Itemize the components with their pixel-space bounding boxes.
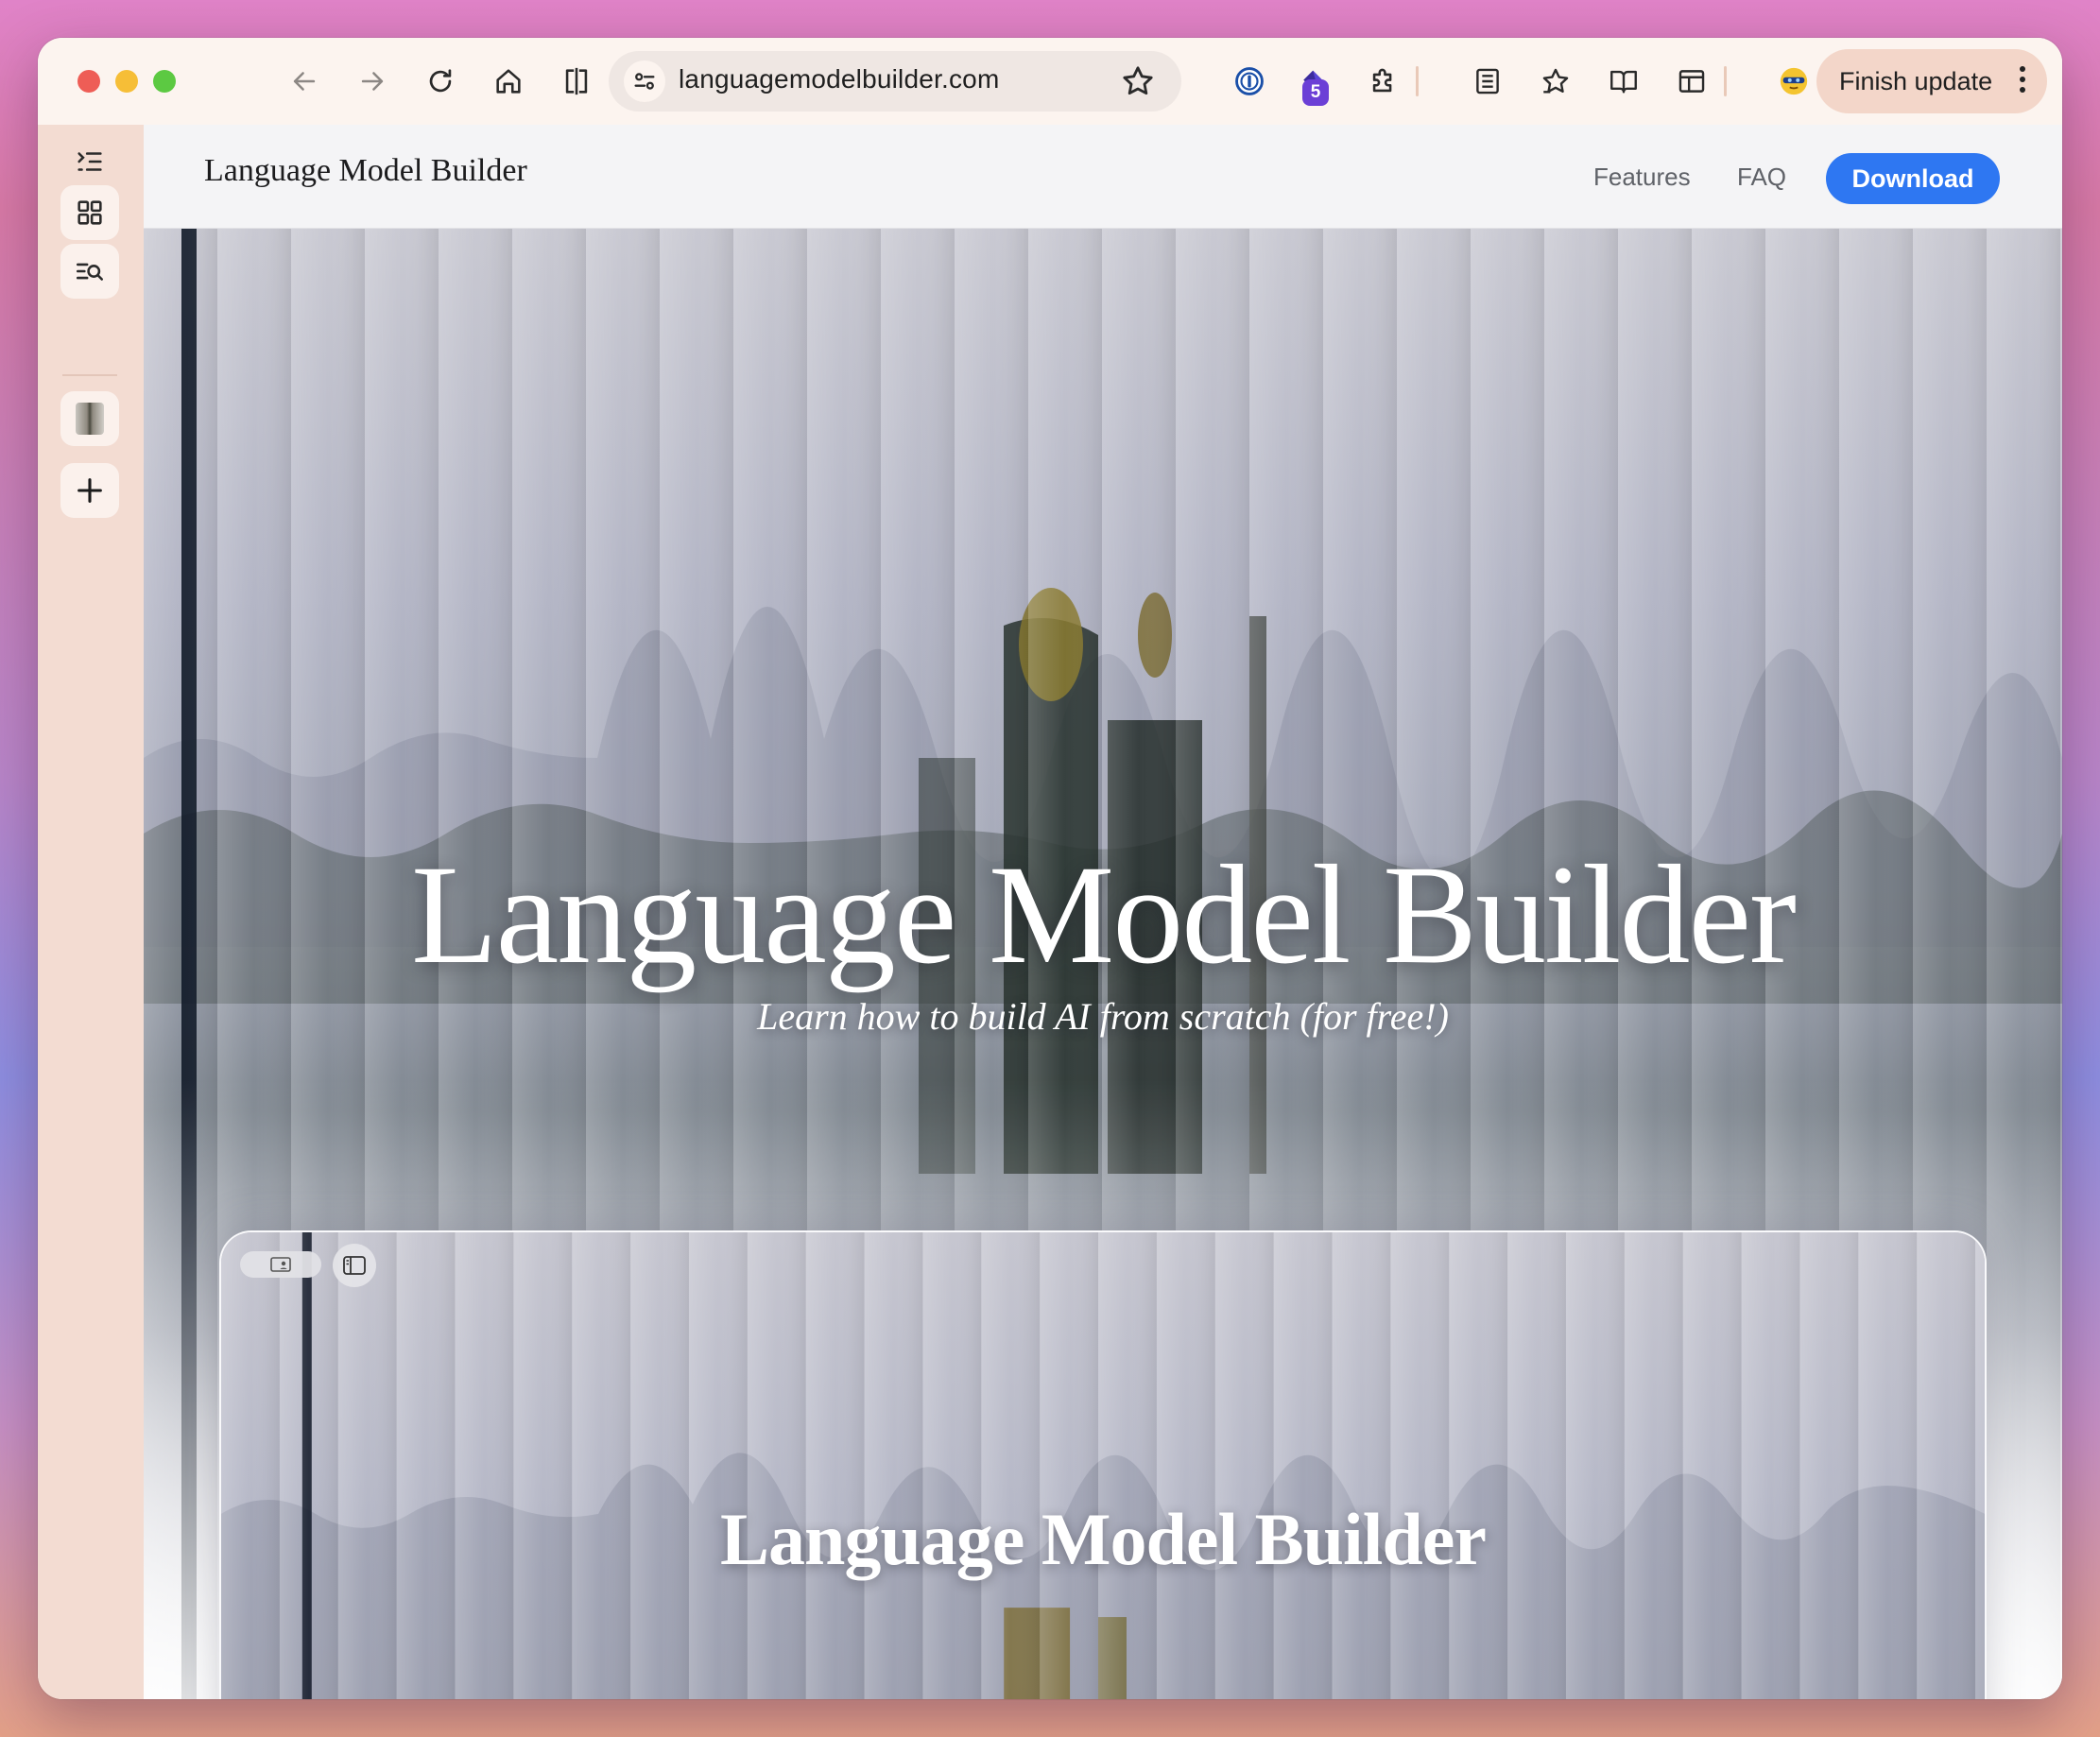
reload-icon[interactable]	[420, 60, 461, 102]
hero-title: Language Model Builder	[411, 836, 1797, 993]
hero-subtitle: Learn how to build AI from scratch (for …	[757, 995, 1449, 1038]
tab-search-icon[interactable]	[60, 244, 119, 299]
nav-link-features[interactable]: Features	[1593, 163, 1691, 192]
tab-favicon	[76, 403, 104, 435]
expand-sidebar-icon[interactable]	[60, 134, 119, 189]
preview-profile-button[interactable]	[240, 1251, 321, 1278]
hero-section: Language Model Builder Learn how to buil…	[144, 229, 2062, 1699]
preview-title: Language Model Builder	[719, 1498, 1487, 1580]
password-manager-icon[interactable]	[1229, 60, 1270, 102]
browser-toolbar: languagemodelbuilder.com 5 Finish update	[38, 38, 2062, 125]
back-icon[interactable]	[284, 60, 325, 102]
browser-window: languagemodelbuilder.com 5 Finish update…	[38, 38, 2062, 1699]
sidebar-toggle-icon[interactable]	[333, 1244, 376, 1287]
zoom-window-button[interactable]	[153, 70, 176, 93]
puzzle-icon[interactable]	[1363, 60, 1404, 102]
reader-mode-icon[interactable]	[1603, 60, 1644, 102]
extension-badge: 5	[1302, 79, 1329, 106]
url-text[interactable]: languagemodelbuilder.com	[679, 64, 999, 95]
bookmark-star-icon[interactable]	[1119, 62, 1157, 100]
close-window-button[interactable]	[77, 70, 100, 93]
home-icon[interactable]	[488, 60, 529, 102]
tab-thumbnail[interactable]	[60, 391, 119, 446]
forward-icon[interactable]	[352, 60, 393, 102]
profile-avatar-icon[interactable]	[1773, 60, 1815, 102]
tab-layout-icon[interactable]	[1671, 60, 1713, 102]
more-vert-icon[interactable]	[2019, 66, 2026, 96]
split-view-icon[interactable]	[556, 60, 597, 102]
sidebar-divider	[62, 374, 117, 376]
address-bar[interactable]: languagemodelbuilder.com	[609, 51, 1181, 112]
toolbar-separator	[1416, 66, 1419, 96]
download-button[interactable]: Download	[1826, 153, 2000, 204]
nav-link-faq[interactable]: FAQ	[1737, 163, 1786, 192]
app-preview-window: Language Model Builder	[219, 1230, 1987, 1699]
toolbar-separator	[1724, 66, 1727, 96]
finish-update-label: Finish update	[1839, 66, 1993, 95]
preview-background-image	[221, 1232, 1985, 1699]
reading-list-icon[interactable]	[1467, 60, 1508, 102]
tab-grid-icon[interactable]	[60, 185, 119, 240]
finish-update-button[interactable]: Finish update	[1816, 49, 2047, 113]
favorites-icon[interactable]	[1535, 60, 1576, 102]
vertical-tabs-sidebar	[38, 125, 144, 1699]
site-settings-icon[interactable]	[624, 60, 665, 102]
page-viewport: Language Model Builder Features FAQ Down…	[144, 125, 2062, 1699]
id-card-icon	[270, 1257, 291, 1272]
minimize-window-button[interactable]	[115, 70, 138, 93]
site-header: Language Model Builder Features FAQ Down…	[144, 125, 2062, 229]
site-logo[interactable]: Language Model Builder	[204, 153, 527, 189]
add-icon[interactable]	[60, 463, 119, 518]
